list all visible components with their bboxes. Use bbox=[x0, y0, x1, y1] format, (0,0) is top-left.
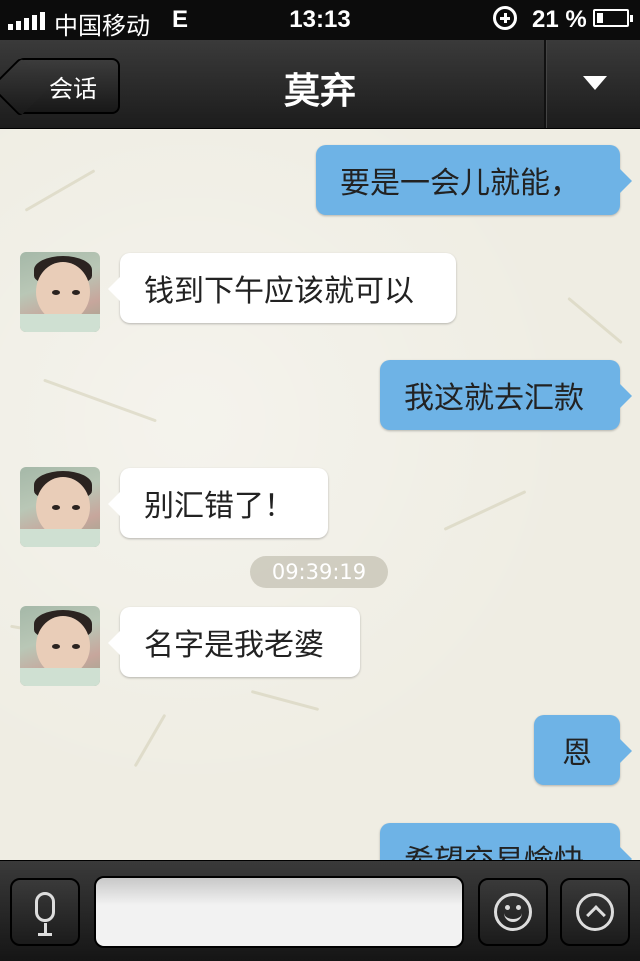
message-timestamp: 09:39:19 bbox=[250, 556, 388, 588]
avatar[interactable] bbox=[20, 467, 100, 547]
smiley-icon bbox=[494, 893, 532, 931]
message-text: 恩 bbox=[562, 736, 592, 771]
emoji-button[interactable] bbox=[478, 878, 548, 946]
message-bubble-incoming[interactable]: 名字是我老婆 bbox=[108, 607, 360, 677]
message-bubble-outgoing[interactable]: 希望交易愉快 bbox=[380, 823, 632, 860]
message-bubble-outgoing[interactable]: 我这就去汇款 bbox=[380, 360, 632, 430]
microphone-icon bbox=[35, 892, 55, 936]
chat-area[interactable]: 要是一会儿就能， 钱到下午应该就可以 我这就去汇款 别汇错了！ 09:39:19… bbox=[0, 129, 640, 860]
chevron-up-icon bbox=[576, 893, 614, 931]
input-toolbar bbox=[0, 860, 640, 961]
message-bubble-incoming[interactable]: 别汇错了！ bbox=[108, 468, 328, 538]
battery-icon bbox=[593, 9, 633, 27]
battery-percent: 21 % bbox=[532, 6, 587, 33]
avatar[interactable] bbox=[20, 606, 100, 686]
nav-divider bbox=[544, 40, 547, 128]
voice-input-button[interactable] bbox=[10, 878, 80, 946]
message-text: 名字是我老婆 bbox=[144, 628, 324, 663]
message-bubble-incoming[interactable]: 钱到下午应该就可以 bbox=[108, 253, 456, 323]
message-text: 别汇错了！ bbox=[144, 489, 294, 524]
message-bubble-outgoing[interactable]: 恩 bbox=[534, 715, 632, 785]
status-bar: 中国移动 E 13:13 21 % bbox=[0, 0, 640, 40]
message-text: 要是一会儿就能， bbox=[340, 166, 580, 201]
message-text: 我这就去汇款 bbox=[404, 381, 584, 416]
message-text: 钱到下午应该就可以 bbox=[144, 274, 414, 309]
avatar[interactable] bbox=[20, 252, 100, 332]
message-bubble-outgoing[interactable]: 要是一会儿就能， bbox=[316, 145, 632, 215]
message-text: 希望交易愉快 bbox=[404, 836, 584, 860]
orientation-lock-icon bbox=[493, 6, 517, 30]
message-input[interactable] bbox=[94, 876, 464, 948]
navigation-bar: 会话 莫弃 bbox=[0, 40, 640, 129]
more-options-button[interactable] bbox=[560, 878, 630, 946]
chevron-down-icon[interactable] bbox=[583, 76, 607, 90]
